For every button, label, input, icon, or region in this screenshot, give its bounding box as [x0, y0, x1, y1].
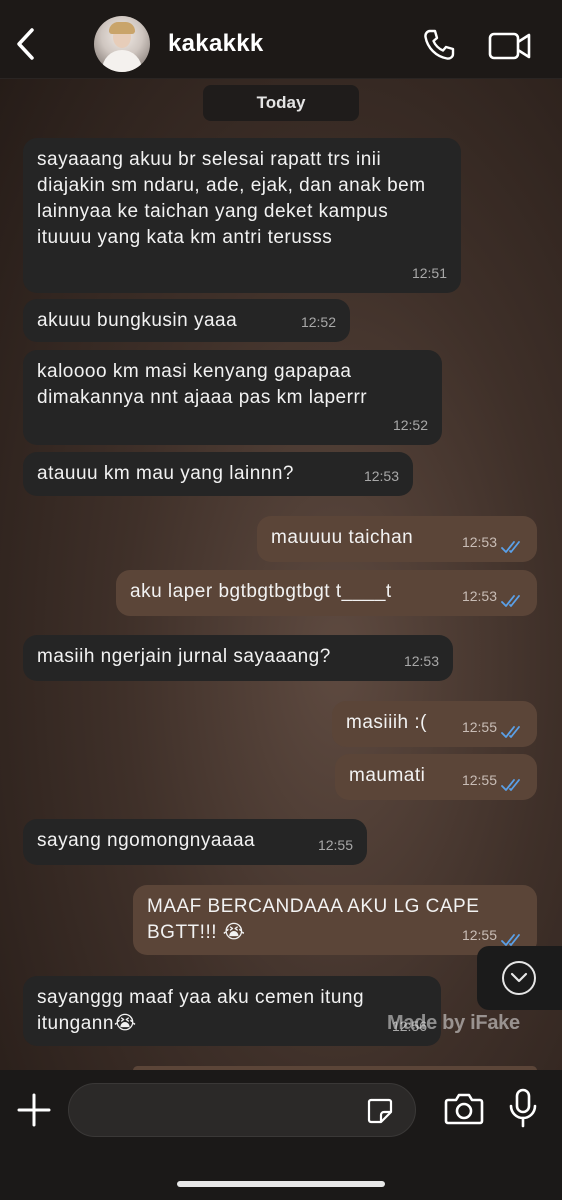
message-text: mauuuu taichan: [271, 527, 414, 548]
message-text: atauuu km mau yang lainnn?: [37, 463, 294, 484]
message-bubble-incoming[interactable]: sayang ngomongnyaaaa 12:55: [23, 819, 367, 865]
message-bubble-outgoing[interactable]: mauuuu taichan 12:53: [257, 516, 537, 562]
message-input[interactable]: [68, 1083, 416, 1137]
message-text: aku laper bgtbgtbgtbgt t____t: [130, 581, 392, 602]
phone-icon[interactable]: [422, 28, 456, 62]
message-time: 12:55: [461, 927, 497, 943]
message-bubble-outgoing[interactable]: masiiih :( 12:55: [332, 701, 537, 747]
camera-icon[interactable]: [444, 1090, 484, 1126]
message-bubble-outgoing[interactable]: aku laper bgtbgtbgtbgt t____t 12:53: [116, 570, 537, 616]
message-text: sayanggg maaf yaa aku cemen itung itunga…: [37, 987, 365, 1034]
contact-name[interactable]: kakakkk: [168, 30, 264, 58]
message-time: 12:53: [461, 534, 497, 550]
message-time: 12:53: [461, 588, 497, 604]
message-time: 12:55: [461, 772, 497, 788]
message-time: 12:52: [300, 314, 336, 330]
message-text: maumati: [349, 765, 426, 786]
message-text: masiiih :(: [346, 712, 428, 733]
message-text: masiih ngerjain jurnal sayaaang?: [37, 646, 331, 667]
chevron-down-icon: [510, 972, 528, 983]
read-receipt-icon: [501, 541, 520, 553]
message-bubble-incoming[interactable]: sayanggg maaf yaa aku cemen itung itunga…: [23, 976, 441, 1046]
watermark: Made by iFake: [387, 1012, 520, 1034]
plus-icon[interactable]: [16, 1092, 52, 1128]
back-chevron-icon[interactable]: [12, 24, 40, 64]
message-text: sayang ngomongnyaaaa: [37, 830, 256, 851]
message-time: 12:53: [403, 653, 439, 669]
message-time: 12:55: [317, 837, 353, 853]
read-receipt-icon: [501, 595, 520, 607]
video-call-icon[interactable]: [488, 30, 532, 62]
date-separator: Today: [203, 85, 359, 121]
message-time: 12:55: [461, 719, 497, 735]
message-text: sayaaang akuu br selesai rapatt trs inii…: [37, 149, 426, 248]
sticker-icon[interactable]: [366, 1097, 394, 1125]
message-bubble-outgoing[interactable]: MAAF BERCANDAAA AKU LG CAPE BGTT!!! 😭 12…: [133, 885, 537, 955]
message-time: 12:53: [363, 468, 399, 484]
message-bubble-incoming[interactable]: sayaaang akuu br selesai rapatt trs inii…: [23, 138, 461, 293]
message-text: kaloooo km masi kenyang gapapaa dimakann…: [37, 361, 368, 408]
read-receipt-icon: [501, 779, 520, 791]
read-receipt-icon: [501, 726, 520, 738]
message-bubble-outgoing[interactable]: maumati 12:55: [335, 754, 537, 800]
message-bubble-incoming[interactable]: masiih ngerjain jurnal sayaaang? 12:53: [23, 635, 453, 681]
message-text: MAAF BERCANDAAA AKU LG CAPE BGTT!!! 😭: [147, 896, 480, 943]
message-bubble-incoming[interactable]: atauuu km mau yang lainnn? 12:53: [23, 452, 413, 496]
message-time: 12:51: [411, 265, 447, 281]
microphone-icon[interactable]: [508, 1088, 538, 1128]
message-bubble-incoming[interactable]: kaloooo km masi kenyang gapapaa dimakann…: [23, 350, 442, 445]
chat-header: kakakkk: [0, 0, 562, 79]
message-text: akuuu bungkusin yaaa: [37, 310, 238, 331]
message-bubble-incoming[interactable]: akuuu bungkusin yaaa 12:52: [23, 299, 350, 342]
message-time: 12:52: [392, 417, 428, 433]
scroll-to-bottom-button[interactable]: [477, 946, 562, 1010]
home-indicator: [177, 1181, 385, 1187]
read-receipt-icon: [501, 934, 520, 946]
contact-avatar[interactable]: [94, 16, 150, 72]
